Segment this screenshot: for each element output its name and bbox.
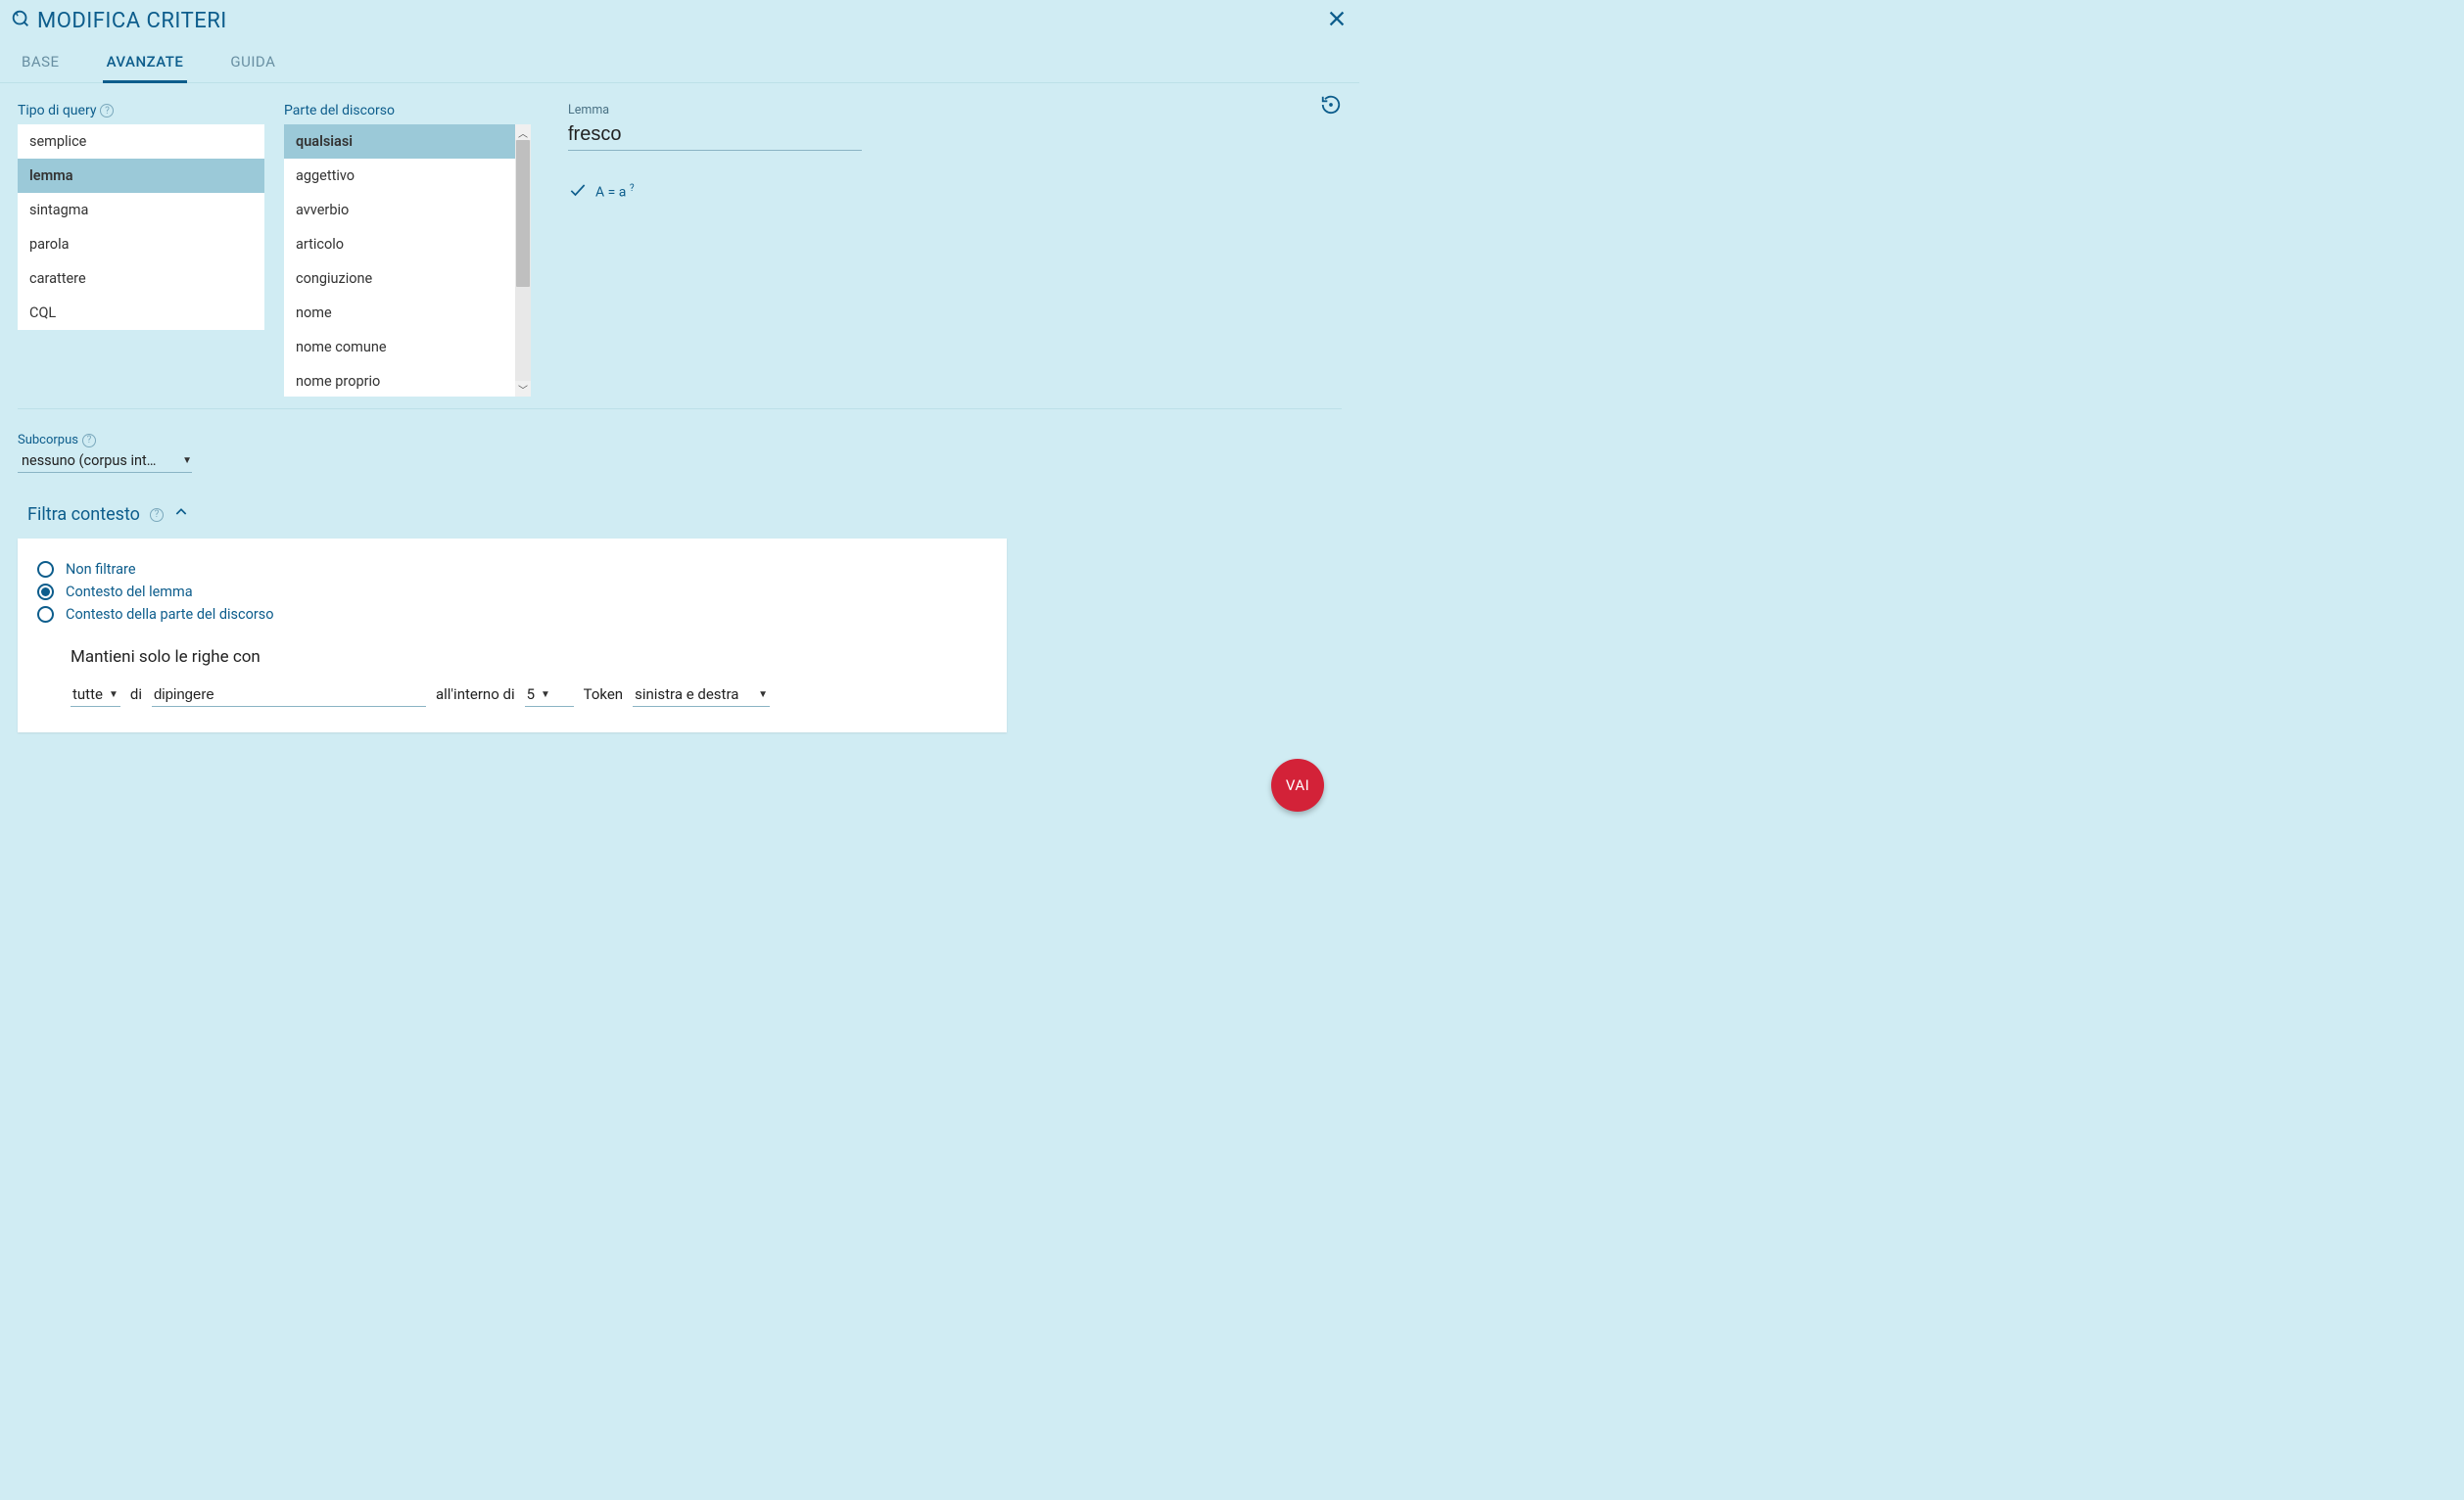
tab-base[interactable]: BASE: [18, 45, 64, 82]
query-type-column: Tipo di query ? semplice lemma sintagma …: [18, 103, 264, 397]
go-button[interactable]: VAI: [1271, 759, 1324, 812]
scrollbar[interactable]: ︿ ﹀: [515, 124, 531, 397]
list-item[interactable]: CQL: [18, 296, 264, 330]
pos-list-wrapper: qualsiasi aggettivo avverbio articolo co…: [284, 124, 531, 397]
chevron-down-icon: ▼: [109, 689, 118, 700]
radio-label: Contesto del lemma: [66, 584, 193, 600]
count-select[interactable]: 5 ▼: [525, 684, 574, 707]
subcorpus-section: Subcorpus ? nessuno (corpus int… ▼: [0, 409, 1359, 473]
query-type-label: Tipo di query ?: [18, 103, 264, 118]
radio-label: Contesto della parte del discorso: [66, 606, 274, 623]
radio-contesto-lemma[interactable]: Contesto del lemma: [37, 581, 987, 603]
filter-row: tutte ▼ di all'interno di 5 ▼ Token sini…: [71, 684, 987, 707]
pos-list: qualsiasi aggettivo avverbio articolo co…: [284, 124, 515, 397]
query-type-list: semplice lemma sintagma parola carattere…: [18, 124, 264, 330]
chevron-up-icon: [173, 504, 189, 525]
direction-select[interactable]: sinistra e destra ▼: [633, 684, 770, 707]
all-select[interactable]: tutte ▼: [71, 684, 120, 707]
help-icon[interactable]: ?: [150, 508, 164, 522]
list-item[interactable]: articolo: [284, 227, 515, 261]
direction-value: sinistra e destra: [635, 685, 738, 703]
radio-icon: [37, 584, 54, 600]
case-sup: ?: [630, 183, 635, 194]
list-item[interactable]: aggettivo: [284, 159, 515, 193]
close-icon[interactable]: [1326, 8, 1348, 33]
chevron-down-icon: ▼: [758, 689, 768, 700]
of-text: di: [130, 685, 142, 703]
lemma-label: Lemma: [568, 103, 862, 117]
list-item[interactable]: semplice: [18, 124, 264, 159]
list-item[interactable]: carattere: [18, 261, 264, 296]
radio-icon: [37, 561, 54, 578]
scroll-thumb[interactable]: [516, 140, 530, 287]
subcorpus-value: nessuno (corpus int…: [22, 452, 156, 469]
main-content: Tipo di query ? semplice lemma sintagma …: [0, 83, 1359, 397]
list-item[interactable]: sintagma: [18, 193, 264, 227]
tab-avanzate[interactable]: AVANZATE: [103, 45, 188, 83]
token-text: Token: [584, 685, 623, 703]
pos-column: Parte del discorso qualsiasi aggettivo a…: [284, 103, 531, 397]
subcorpus-label-text: Subcorpus: [18, 433, 78, 447]
subcorpus-label: Subcorpus ?: [18, 433, 1342, 447]
lemma-column: Lemma A = a ?: [550, 103, 862, 397]
radio-contesto-pos[interactable]: Contesto della parte del discorso: [37, 603, 987, 626]
context-word-input[interactable]: [152, 685, 426, 707]
lemma-input[interactable]: [568, 121, 862, 151]
chevron-down-icon: ▼: [182, 455, 192, 466]
check-icon: [568, 180, 588, 204]
list-item[interactable]: nome: [284, 296, 515, 330]
chevron-down-icon: ▼: [541, 689, 550, 700]
within-text: all'interno di: [436, 685, 515, 703]
page-title: MODIFICA CRITERI: [37, 9, 227, 33]
list-item[interactable]: nome proprio: [284, 364, 515, 397]
help-icon[interactable]: ?: [82, 434, 96, 447]
search-refresh-icon: [10, 8, 31, 33]
scroll-up-icon[interactable]: ︿: [515, 124, 531, 140]
query-type-label-text: Tipo di query: [18, 103, 96, 118]
scroll-down-icon[interactable]: ﹀: [515, 381, 531, 397]
help-icon[interactable]: ?: [100, 104, 114, 117]
case-label: A = a: [595, 185, 626, 201]
filter-context-header[interactable]: Filtra contesto ?: [0, 473, 1359, 539]
list-item[interactable]: congiuzione: [284, 261, 515, 296]
list-item[interactable]: lemma: [18, 159, 264, 193]
header-left: MODIFICA CRITERI: [10, 8, 227, 33]
list-item[interactable]: avverbio: [284, 193, 515, 227]
list-item[interactable]: parola: [18, 227, 264, 261]
tabs: BASE AVANZATE GUIDA: [0, 45, 1359, 83]
list-item[interactable]: qualsiasi: [284, 124, 515, 159]
filter-panel: Non filtrare Contesto del lemma Contesto…: [18, 539, 1007, 732]
count-value: 5: [527, 685, 535, 703]
list-item[interactable]: nome comune: [284, 330, 515, 364]
radio-icon: [37, 606, 54, 623]
tab-guida[interactable]: GUIDA: [226, 45, 279, 82]
radio-non-filtrare[interactable]: Non filtrare: [37, 558, 987, 581]
pos-label: Parte del discorso: [284, 103, 531, 118]
all-value: tutte: [72, 685, 103, 703]
filter-context-title: Filtra contesto: [27, 504, 140, 525]
history-icon[interactable]: [1320, 94, 1342, 119]
keep-rows-text: Mantieni solo le righe con: [71, 647, 987, 667]
subcorpus-select[interactable]: nessuno (corpus int… ▼: [18, 450, 192, 473]
case-sensitivity-toggle[interactable]: A = a ?: [568, 180, 862, 204]
scroll-track[interactable]: [515, 140, 531, 381]
header: MODIFICA CRITERI: [0, 0, 1359, 39]
radio-label: Non filtrare: [66, 561, 136, 578]
